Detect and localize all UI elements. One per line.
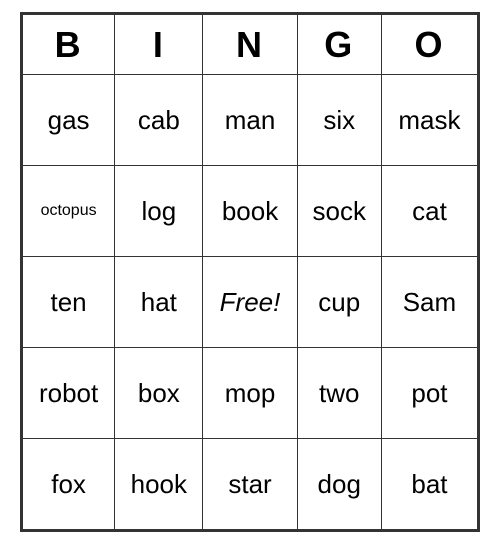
bingo-cell-r1-c1: log (115, 166, 203, 257)
bingo-cell-r4-c2: star (203, 439, 297, 530)
bingo-cell-r4-c3: dog (297, 439, 381, 530)
bingo-cell-r3-c0: robot (23, 348, 115, 439)
bingo-row-1: octopuslogbooksockcat (23, 166, 478, 257)
bingo-body: gascabmansixmaskoctopuslogbooksockcatten… (23, 75, 478, 530)
bingo-cell-r4-c1: hook (115, 439, 203, 530)
bingo-cell-r2-c2: Free! (203, 257, 297, 348)
bingo-cell-r3-c2: mop (203, 348, 297, 439)
bingo-cell-r3-c1: box (115, 348, 203, 439)
bingo-cell-r2-c0: ten (23, 257, 115, 348)
bingo-cell-r0-c0: gas (23, 75, 115, 166)
bingo-card: BINGO gascabmansixmaskoctopuslogbooksock… (20, 12, 480, 532)
bingo-cell-r4-c0: fox (23, 439, 115, 530)
bingo-cell-r3-c3: two (297, 348, 381, 439)
bingo-cell-r2-c4: Sam (381, 257, 477, 348)
bingo-cell-r2-c1: hat (115, 257, 203, 348)
header-cell-o: O (381, 15, 477, 75)
bingo-row-2: tenhatFree!cupSam (23, 257, 478, 348)
bingo-cell-r0-c3: six (297, 75, 381, 166)
bingo-cell-r0-c1: cab (115, 75, 203, 166)
bingo-header-row: BINGO (23, 15, 478, 75)
header-cell-n: N (203, 15, 297, 75)
bingo-cell-r2-c3: cup (297, 257, 381, 348)
bingo-cell-r1-c4: cat (381, 166, 477, 257)
bingo-row-4: foxhookstardogbat (23, 439, 478, 530)
bingo-cell-r1-c2: book (203, 166, 297, 257)
bingo-cell-r4-c4: bat (381, 439, 477, 530)
header-cell-g: G (297, 15, 381, 75)
bingo-cell-r1-c0: octopus (23, 166, 115, 257)
bingo-cell-r0-c4: mask (381, 75, 477, 166)
header-cell-b: B (23, 15, 115, 75)
bingo-row-3: robotboxmoptwopot (23, 348, 478, 439)
bingo-cell-r0-c2: man (203, 75, 297, 166)
header-cell-i: I (115, 15, 203, 75)
bingo-cell-r3-c4: pot (381, 348, 477, 439)
bingo-cell-r1-c3: sock (297, 166, 381, 257)
bingo-row-0: gascabmansixmask (23, 75, 478, 166)
